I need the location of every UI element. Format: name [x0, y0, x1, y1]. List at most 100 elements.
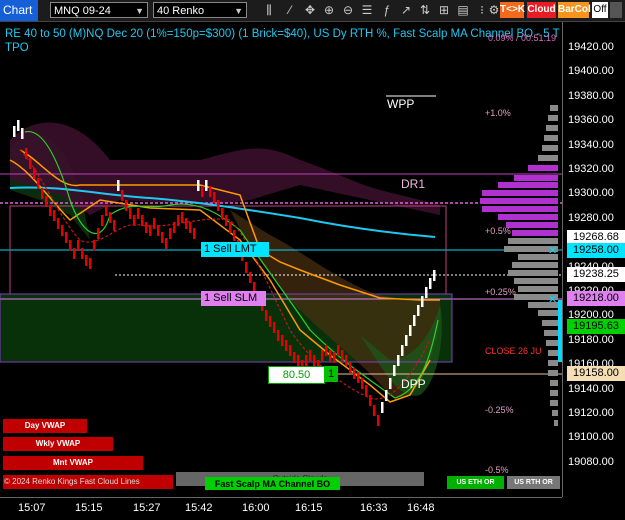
tpo-row: [548, 370, 558, 376]
properties-icon[interactable]: ☰: [360, 2, 374, 18]
cloud-toggle[interactable]: Cloud: [527, 2, 556, 18]
indicator-icon[interactable]: ↗: [399, 2, 413, 18]
chart-panel[interactable]: ✕ ✕ 1 Sell LMT 1 Sell SLM 80.50 1 WPP DR…: [0, 22, 562, 497]
x-marker-upper: ✕: [548, 245, 557, 257]
renko-brick: [333, 352, 336, 363]
renko-brick: [117, 180, 120, 191]
tpo-row: [518, 286, 558, 292]
tpo-row: [548, 115, 558, 121]
order-price-box[interactable]: 80.50: [268, 366, 325, 384]
data-box-icon[interactable]: ⊞: [437, 2, 451, 18]
off-toggle[interactable]: Off: [592, 2, 608, 18]
renko-brick: [277, 330, 280, 341]
copyright-text: © 2024 Renko Kings Fast Cloud Lines: [4, 477, 140, 486]
renko-brick: [285, 340, 288, 351]
us-rth-or-button[interactable]: US RTH OR: [507, 476, 560, 489]
tk-toggle[interactable]: T<>K: [500, 2, 525, 18]
strategy-icon[interactable]: ƒ: [380, 2, 394, 18]
renko-brick: [221, 208, 224, 219]
crosshair-icon[interactable]: ✥: [303, 2, 317, 18]
order-qty-box[interactable]: 1: [324, 366, 338, 382]
us-eth-or-button[interactable]: US ETH OR: [447, 476, 504, 489]
renko-brick: [121, 190, 124, 201]
renko-brick: [389, 378, 392, 389]
renko-brick: [401, 345, 404, 356]
save-icon[interactable]: ▤: [456, 2, 470, 18]
renko-brick: [65, 232, 68, 243]
interval-selector[interactable]: 40 Renko ▼: [153, 2, 247, 18]
price-tick: 19300.00: [568, 187, 614, 200]
renko-brick: [385, 390, 388, 401]
bar-type-icon[interactable]: ⫼: [262, 2, 276, 18]
renko-brick: [369, 395, 372, 406]
renko-brick: [217, 200, 220, 211]
price-axis[interactable]: 19420.00 19400.00 19380.00 19360.00 19340.00…: [562, 22, 625, 497]
purple-cloud: [10, 122, 440, 215]
renko-brick: [189, 222, 192, 233]
tpo-row: [528, 165, 558, 171]
tpo-row: [538, 155, 558, 161]
renko-brick: [413, 315, 416, 326]
tpo-row: [546, 125, 558, 131]
renko-brick: [297, 355, 300, 366]
renko-brick: [33, 168, 36, 179]
pct-minus-05: -0.5%: [485, 465, 509, 475]
price-label: 19218.00: [567, 291, 625, 306]
renko-brick: [49, 205, 52, 216]
renko-brick: [377, 415, 380, 426]
renko-brick: [341, 350, 344, 361]
renko-brick: [45, 196, 48, 207]
renko-brick: [149, 225, 152, 236]
mnt-vwap-button[interactable]: Mnt VWAP: [3, 456, 143, 470]
instrument-label: MNQ 09-24: [54, 5, 111, 17]
time-tick: 16:48: [407, 502, 435, 514]
tpo-row: [550, 380, 558, 386]
tpo-profile: [480, 105, 558, 426]
tpo-row: [550, 400, 558, 406]
renko-brick: [405, 335, 408, 346]
renko-brick: [273, 322, 276, 333]
renko-brick: [177, 215, 180, 226]
zoom-out-icon[interactable]: ⊖: [341, 2, 355, 18]
toolbar-dropdown[interactable]: [610, 2, 622, 18]
renko-brick: [133, 215, 136, 226]
tpo-row: [544, 330, 558, 336]
renko-brick: [73, 248, 76, 259]
renko-brick: [37, 178, 40, 189]
barcol-toggle[interactable]: BarCol: [558, 2, 591, 18]
time-tick: 16:15: [295, 502, 323, 514]
sell-lmt-order[interactable]: 1 Sell LMT: [201, 242, 269, 257]
settings-icon[interactable]: ⚙: [487, 2, 501, 18]
interval-label: 40 Renko: [157, 5, 205, 17]
renko-brick: [41, 188, 44, 199]
fast-scalp-button[interactable]: Fast Scalp MA Channel BO: [205, 477, 340, 490]
wkly-vwap-button[interactable]: Wkly VWAP: [3, 437, 113, 451]
time-tick: 16:33: [360, 502, 388, 514]
renko-brick: [157, 225, 160, 236]
renko-brick: [153, 218, 156, 229]
zoom-in-icon[interactable]: ⊕: [322, 2, 336, 18]
tpo-row: [482, 190, 558, 196]
renko-brick: [17, 120, 20, 131]
day-vwap-button[interactable]: Day VWAP: [3, 419, 87, 433]
chart-trader-icon[interactable]: ⇅: [418, 2, 432, 18]
pct-plus-025: +0.25%: [485, 287, 516, 297]
tpo-row: [506, 222, 558, 228]
instrument-selector[interactable]: MNQ 09-24 ▼: [50, 2, 148, 18]
renko-brick: [269, 316, 272, 327]
renko-brick: [265, 310, 268, 321]
sell-slm-order[interactable]: 1 Sell SLM: [201, 291, 266, 306]
renko-brick: [225, 215, 228, 226]
price-tick: 19100.00: [568, 431, 614, 444]
renko-brick: [365, 385, 368, 396]
renko-brick: [101, 215, 104, 226]
tpo-row: [512, 262, 558, 268]
renko-brick: [125, 200, 128, 211]
renko-brick: [281, 335, 284, 346]
price-label: 19195.63: [567, 319, 625, 334]
renko-brick: [205, 180, 208, 191]
chart-tab[interactable]: Chart: [0, 0, 38, 21]
renko-brick: [245, 262, 248, 273]
tpo-row: [548, 360, 558, 366]
draw-tool-icon[interactable]: ⁄: [283, 2, 297, 18]
